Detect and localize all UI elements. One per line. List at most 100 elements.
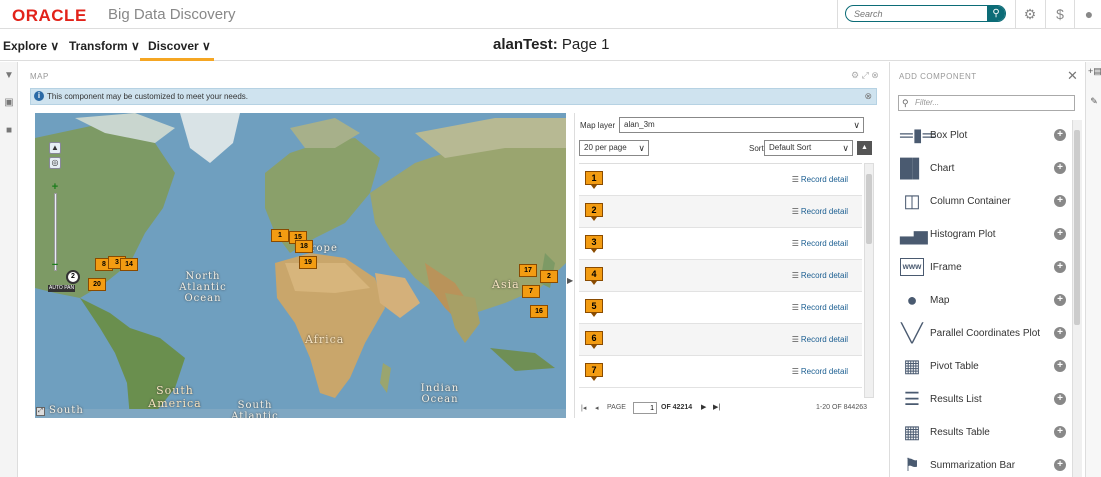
component-item[interactable]: ☰ Results List + — [898, 384, 1070, 417]
help-icon[interactable]: $ — [1051, 5, 1069, 23]
add-icon[interactable]: + — [1054, 294, 1066, 306]
info-message: This component may be customized to meet… — [47, 92, 248, 101]
document-icon: ☰ — [791, 303, 799, 312]
label-africa: Africa — [305, 333, 345, 346]
map-marker[interactable]: 16 — [530, 305, 548, 318]
map-layer-label: Map layer — [580, 121, 616, 130]
component-item[interactable]: ═▮═ Box Plot + — [898, 120, 1070, 153]
list-item[interactable]: 4 ☰ Record detail — [579, 260, 862, 292]
camera-icon[interactable]: ■ — [3, 125, 15, 137]
map-marker[interactable]: 20 — [88, 278, 106, 291]
add-icon[interactable]: + — [1054, 426, 1066, 438]
map-view[interactable]: ▲ ◎ + − AUTO PAN ⤢ Europe North Atlantic… — [35, 113, 566, 418]
chevron-down-icon: ∨ — [853, 120, 860, 130]
map-marker-cluster[interactable]: 2 — [66, 270, 80, 284]
component-item[interactable]: █▌ Chart + — [898, 153, 1070, 186]
record-detail-link[interactable]: ☰ Record detail — [792, 239, 848, 248]
component-controls[interactable]: ⚙ ⤢ ⊗ — [851, 70, 879, 81]
component-item[interactable]: ▃▅ Histogram Plot + — [898, 219, 1070, 252]
map-marker[interactable]: 2 — [540, 270, 558, 283]
page-input[interactable] — [633, 402, 657, 414]
search-icon[interactable]: ⚲ — [987, 6, 1005, 21]
close-icon[interactable]: ✕ — [1067, 68, 1078, 84]
component-item[interactable]: ╲╱ Parallel Coordinates Plot + — [898, 318, 1070, 351]
add-icon[interactable]: + — [1054, 195, 1066, 207]
top-bar: ORACLE Big Data Discovery ⚲ ⚙ $ ● — [0, 0, 1101, 29]
info-icon: i — [34, 91, 44, 101]
nav-explore[interactable]: Explore ∨ — [3, 39, 59, 53]
search-input[interactable] — [846, 6, 986, 21]
next-page-icon[interactable]: ▶ — [701, 403, 706, 411]
row-marker: 7 — [585, 363, 603, 381]
add-icon[interactable]: + — [1054, 261, 1066, 273]
panel-icon[interactable]: ▣ — [3, 97, 15, 109]
component-item[interactable]: www IFrame + — [898, 252, 1070, 285]
sort-select[interactable]: Default Sort ∨ — [764, 140, 853, 156]
page-label: PAGE — [607, 404, 626, 411]
record-detail-link[interactable]: ☰ Record detail — [792, 303, 848, 312]
add-icon[interactable]: + — [1054, 393, 1066, 405]
nav-transform[interactable]: Transform ∨ — [69, 39, 140, 53]
scroll-thumb[interactable] — [1074, 130, 1080, 325]
page-count: OF 42214 — [661, 404, 693, 411]
sort-label: Sort — [749, 144, 764, 153]
component-item[interactable]: ▦ Pivot Table + — [898, 351, 1070, 384]
prev-page-icon[interactable]: ◂ — [595, 404, 599, 412]
zoom-plus-icon[interactable]: + — [49, 181, 61, 193]
map-marker[interactable]: 1 — [271, 229, 289, 242]
results-scrollbar[interactable] — [864, 163, 874, 398]
add-icon[interactable]: + — [1054, 459, 1066, 471]
first-page-icon[interactable]: |◂ — [581, 404, 586, 412]
last-page-icon[interactable]: ▶| — [713, 403, 720, 411]
component-item[interactable]: ⚑ Summarization Bar + — [898, 450, 1070, 477]
component-item[interactable]: ◫ Column Container + — [898, 186, 1070, 219]
add-icon[interactable]: + — [1054, 327, 1066, 339]
zoom-minus-icon[interactable]: − — [49, 259, 61, 271]
record-detail-link[interactable]: ☰ Record detail — [792, 367, 848, 376]
record-detail-link[interactable]: ☰ Record detail — [792, 175, 848, 184]
scroll-thumb[interactable] — [866, 174, 872, 244]
add-icon[interactable]: + — [1054, 129, 1066, 141]
search-box[interactable]: ⚲ — [845, 5, 1006, 22]
per-page-select[interactable]: 20 per page ∨ — [579, 140, 649, 156]
map-marker[interactable]: 18 — [295, 240, 313, 253]
zoom-in-icon[interactable]: ◎ — [49, 157, 61, 169]
splitter-arrow-icon[interactable]: ▶ — [567, 276, 573, 285]
edit-icon[interactable]: ✎ — [1088, 96, 1100, 108]
row-marker: 1 — [585, 171, 603, 189]
list-item[interactable]: 7 ☰ Record detail — [579, 356, 862, 388]
user-icon[interactable]: ● — [1080, 5, 1098, 23]
record-detail-link[interactable]: ☰ Record detail — [792, 335, 848, 344]
gear-icon[interactable]: ⚙ — [1021, 5, 1039, 23]
nav-discover[interactable]: Discover ∨ — [148, 39, 211, 53]
filter-icon[interactable]: ▼ — [3, 70, 15, 82]
map-marker[interactable]: 7 — [522, 285, 540, 298]
sort-direction-button[interactable]: ▲ — [857, 141, 872, 155]
map-marker[interactable]: 19 — [299, 256, 317, 269]
filter-input[interactable]: ⚲ Filter... — [898, 95, 1075, 111]
list-item[interactable]: 3 ☰ Record detail — [579, 228, 862, 260]
map-icon: ● — [906, 290, 918, 310]
record-detail-link[interactable]: ☰ Record detail — [792, 207, 848, 216]
list-item[interactable]: 5 ☰ Record detail — [579, 292, 862, 324]
record-detail-link[interactable]: ☰ Record detail — [792, 271, 848, 280]
row-marker: 4 — [585, 267, 603, 285]
add-icon[interactable]: + — [1054, 228, 1066, 240]
add-component-icon[interactable]: +▤ — [1088, 66, 1101, 78]
map-layer-select[interactable]: alan_3m ∨ — [619, 117, 864, 133]
component-item[interactable]: ▦ Results Table + — [898, 417, 1070, 450]
auto-pan-toggle[interactable]: AUTO PAN — [48, 285, 76, 292]
component-item[interactable]: ● Map + — [898, 285, 1070, 318]
component-scrollbar[interactable] — [1072, 120, 1082, 477]
add-icon[interactable]: + — [1054, 360, 1066, 372]
add-icon[interactable]: + — [1054, 162, 1066, 174]
map-marker[interactable]: 17 — [519, 264, 537, 277]
pan-up-icon[interactable]: ▲ — [49, 142, 61, 154]
list-item[interactable]: 1 ☰ Record detail — [579, 164, 862, 196]
map-marker[interactable]: 14 — [120, 258, 138, 271]
close-icon[interactable]: ⊗ — [864, 89, 872, 104]
list-item[interactable]: 2 ☰ Record detail — [579, 196, 862, 228]
oracle-logo: ORACLE — [12, 6, 87, 25]
resize-icon[interactable]: ⤢ — [36, 407, 45, 416]
list-item[interactable]: 6 ☰ Record detail — [579, 324, 862, 356]
